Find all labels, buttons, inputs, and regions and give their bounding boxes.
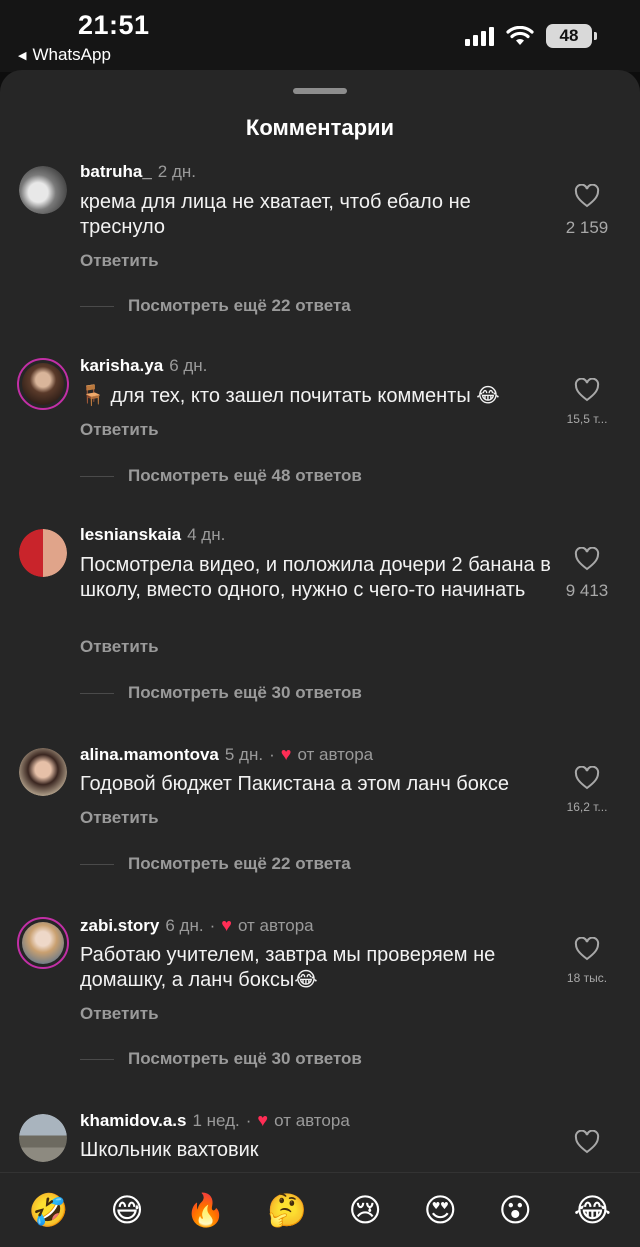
heart-outline-icon: [574, 184, 600, 208]
comment-username[interactable]: batruha_: [80, 162, 152, 182]
sheet-title: Комментарии: [245, 115, 395, 140]
comment-username[interactable]: khamidov.a.s: [80, 1111, 186, 1131]
like-button[interactable]: 9 413: [552, 547, 622, 601]
reply-button[interactable]: Ответить: [80, 1004, 159, 1024]
emoji-rofl-button[interactable]: 🤣: [29, 1194, 69, 1226]
avatar[interactable]: [17, 917, 69, 969]
battery-icon: 48: [546, 24, 597, 48]
liked-by-author-label: от автора: [297, 744, 374, 764]
back-app-label: WhatsApp: [32, 45, 111, 64]
emoji-crying-button[interactable]: 😢: [349, 1194, 382, 1226]
system-icons: 48: [465, 24, 597, 48]
back-to-app-button[interactable]: ◀ WhatsApp: [18, 45, 111, 65]
liked-by-author-label: от автора: [274, 1110, 350, 1130]
comment-username[interactable]: lesnianskaia: [80, 525, 181, 545]
view-more-replies-label: Посмотреть ещё 48 ответов: [128, 466, 362, 485]
comment-date: 1 нед.: [192, 1110, 240, 1130]
emoji-quick-bar: 🤣 😅 🔥 🤔 😢 😍 😮 😂: [0, 1172, 640, 1247]
emoji-heart-eyes-button[interactable]: 😍: [424, 1194, 457, 1226]
comment-username[interactable]: zabi.story: [80, 916, 159, 936]
author-heart-icon: ♥: [280, 744, 292, 764]
sheet-grabber[interactable]: [293, 88, 347, 94]
like-count: 18 тыс.: [566, 971, 608, 985]
comment-text: Годовой бюджет Пакистана а этом ланч бок…: [80, 773, 509, 795]
avatar[interactable]: [19, 166, 67, 214]
comments-sheet: Комментарии batruha_ 2 дн. крема для лиц…: [0, 70, 640, 1247]
view-more-replies-label: Посмотреть ещё 30 ответов: [128, 1049, 362, 1068]
meta-separator: ·: [245, 1110, 252, 1130]
status-time: 21:51: [78, 10, 150, 40]
heart-outline-icon: [574, 378, 600, 402]
like-button[interactable]: 16,2 т...: [552, 766, 622, 814]
view-more-replies-label: Посмотреть ещё 22 ответа: [128, 296, 351, 315]
comment-text: Работаю учителем, завтра мы проверяем не…: [80, 944, 496, 991]
comment-username[interactable]: alina.mamontova: [80, 745, 219, 765]
emoji-joy-button[interactable]: 😂: [574, 1194, 611, 1226]
reply-button[interactable]: Ответить: [80, 251, 159, 271]
avatar[interactable]: [19, 529, 67, 577]
comment-text: крема для лица не хватает, чтоб ебало не…: [80, 191, 471, 238]
meta-separator: ·: [209, 915, 216, 935]
reply-button[interactable]: Ответить: [80, 637, 159, 657]
view-more-replies-button[interactable]: Посмотреть ещё 22 ответа: [80, 854, 351, 874]
wifi-icon: [506, 26, 534, 45]
reply-button[interactable]: Ответить: [80, 808, 159, 828]
liked-by-author-label: от автора: [237, 915, 314, 935]
comment-date: 6 дн.: [165, 915, 204, 935]
view-more-replies-button[interactable]: Посмотреть ещё 48 ответов: [80, 466, 362, 486]
view-more-replies-button[interactable]: Посмотреть ещё 22 ответа: [80, 296, 351, 316]
status-bar: 21:51 ◀ WhatsApp 48: [0, 0, 640, 72]
heart-outline-icon: [574, 547, 600, 571]
cellular-signal-icon: [465, 26, 494, 46]
comment-text: Посмотрела видео, и положила дочери 2 ба…: [80, 554, 551, 601]
view-more-replies-label: Посмотреть ещё 22 ответа: [128, 854, 351, 873]
avatar[interactable]: [19, 748, 67, 796]
emoji-fire-button[interactable]: 🔥: [185, 1194, 225, 1226]
view-more-replies-label: Посмотреть ещё 30 ответов: [128, 683, 362, 702]
author-heart-icon: ♥: [257, 1110, 269, 1130]
view-more-replies-button[interactable]: Посмотреть ещё 30 ответов: [80, 1049, 362, 1069]
emoji-sweat-smile-button[interactable]: 😅: [110, 1194, 143, 1226]
comment-username[interactable]: karisha.ya: [80, 356, 163, 376]
emoji-surprised-button[interactable]: 😮: [499, 1194, 532, 1226]
comment-date: 2 дн.: [157, 162, 197, 181]
reply-button[interactable]: Ответить: [80, 420, 159, 440]
view-more-replies-button[interactable]: Посмотреть ещё 30 ответов: [80, 683, 362, 703]
like-count: 16,2 т...: [566, 800, 608, 814]
heart-outline-icon: [574, 937, 600, 961]
like-button[interactable]: 2 159: [552, 184, 622, 238]
comment-text: Школьник вахтовик: [80, 1139, 259, 1161]
meta-separator: ·: [269, 744, 275, 764]
comment-date: 4 дн.: [187, 525, 226, 544]
like-count: 9 413: [565, 581, 609, 600]
emoji-thinking-button[interactable]: 🤔: [267, 1194, 307, 1226]
comment-date: 5 дн.: [224, 744, 264, 764]
comment-date: 6 дн.: [169, 356, 208, 375]
like-count: 15,5 т...: [566, 412, 608, 426]
like-count: 2 159: [565, 218, 609, 237]
author-heart-icon: ♥: [221, 915, 232, 935]
comment-text: 🪑 для тех, кто зашел почитать комменты 😂: [80, 385, 500, 407]
like-button[interactable]: 18 тыс.: [552, 937, 622, 985]
heart-outline-icon: [574, 766, 600, 790]
like-button[interactable]: [552, 1130, 622, 1154]
avatar[interactable]: [19, 1114, 67, 1162]
like-button[interactable]: 15,5 т...: [552, 378, 622, 426]
avatar[interactable]: [17, 358, 69, 410]
back-triangle-icon: ◀: [18, 49, 27, 62]
heart-outline-icon: [574, 1130, 600, 1154]
